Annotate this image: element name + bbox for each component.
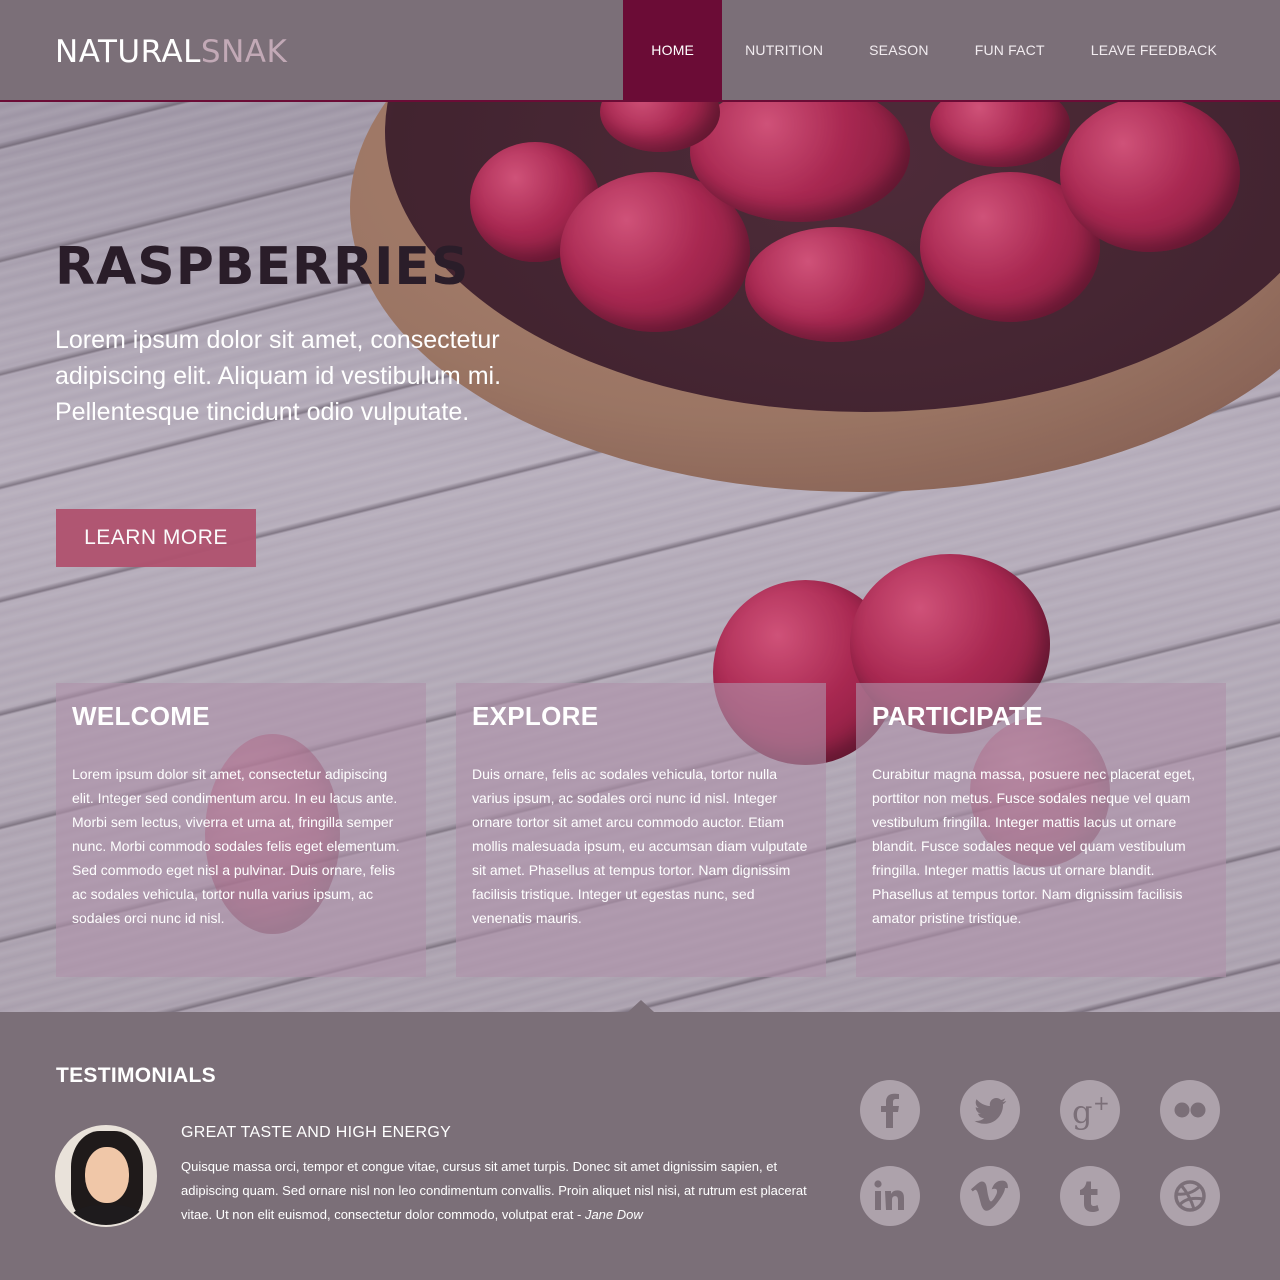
testimonials-heading: TESTIMONIALS [56,1064,216,1087]
testimonial-body: Quisque massa orci, tempor et congue vit… [181,1155,821,1227]
nav-item-home[interactable]: HOME [623,0,723,100]
card-welcome: WELCOME Lorem ipsum dolor sit amet, cons… [56,683,426,977]
twitter-icon[interactable] [960,1080,1020,1140]
brand-logo-part1: NATURAL [55,34,201,70]
social-links: g + [860,1080,1222,1226]
google-plus-icon[interactable]: g + [1060,1080,1120,1140]
brand-logo-part2: SNAK [200,34,288,70]
dribbble-icon[interactable] [1160,1166,1220,1226]
hero-lead: Lorem ipsum dolor sit amet, consectetur … [55,326,502,426]
avatar-body [69,1205,145,1225]
hero-section: RASPBERRIES Lorem ipsum dolor sit amet, … [0,102,1280,1012]
nav-item-nutrition[interactable]: NUTRITION [722,0,846,100]
testimonial-title: GREAT TASTE AND HIGH ENERGY [181,1124,452,1141]
card-body: Curabitur magna massa, posuere nec place… [872,766,1195,926]
card-title: WELCOME [72,701,210,731]
card-explore: EXPLORE Duis ornare, felis ac sodales ve… [456,683,826,977]
footer-notch [628,1000,654,1012]
flickr-icon[interactable] [1160,1080,1220,1140]
learn-more-button[interactable]: LEARN MORE [56,509,256,567]
facebook-icon[interactable] [860,1080,920,1140]
nav-item-fun-fact[interactable]: FUN FACT [952,0,1068,100]
hero-title: RASPBERRIES [55,237,470,297]
card-title: EXPLORE [472,701,599,731]
avatar-face [85,1147,129,1203]
nav-item-season[interactable]: SEASON [846,0,952,100]
nav-item-leave-feedback[interactable]: LEAVE FEEDBACK [1068,0,1240,100]
brand-logo[interactable]: NATURALSNAK [55,34,287,70]
footer-section: TESTIMONIALS GREAT TASTE AND HIGH ENERGY… [0,1000,1280,1280]
tumblr-icon[interactable] [1060,1166,1120,1226]
card-body: Duis ornare, felis ac sodales vehicula, … [472,766,808,926]
svg-text:+: + [1093,1091,1110,1115]
svg-text:g: g [1072,1093,1092,1131]
main-nav: HOME NUTRITION SEASON FUN FACT LEAVE FEE… [623,0,1240,100]
testimonial-text: Quisque massa orci, tempor et congue vit… [181,1159,807,1222]
testimonial-avatar [55,1125,157,1227]
linkedin-icon[interactable] [860,1166,920,1226]
card-participate: PARTICIPATE Curabitur magna massa, posue… [856,683,1226,977]
card-body: Lorem ipsum dolor sit amet, consectetur … [72,766,400,926]
testimonial-author: Jane Dow [584,1207,643,1222]
site-header: NATURALSNAK HOME NUTRITION SEASON FUN FA… [0,0,1280,102]
vimeo-icon[interactable] [960,1166,1020,1226]
card-title: PARTICIPATE [872,701,1043,731]
